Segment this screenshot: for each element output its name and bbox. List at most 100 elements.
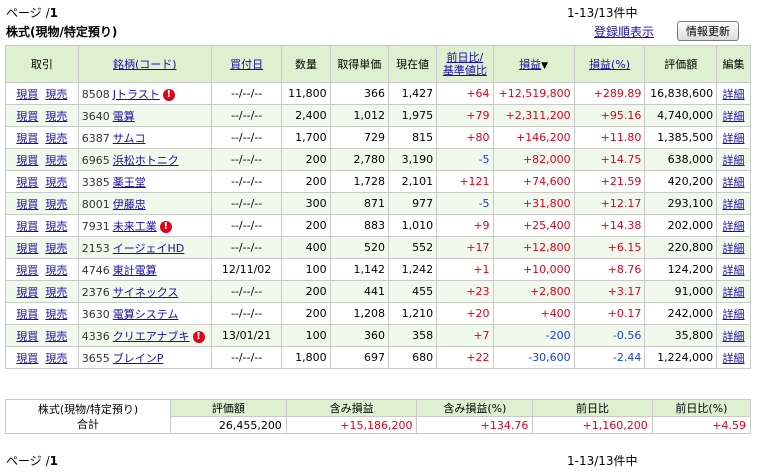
unit-cost: 1,728 xyxy=(329,170,390,193)
day-change: -5 xyxy=(436,192,494,215)
page-number: 1 xyxy=(49,454,58,468)
buy-link[interactable]: 現買 xyxy=(16,242,38,255)
stock-name-link[interactable]: ブレインP xyxy=(113,352,164,365)
summary-chgpct: +4.59 xyxy=(651,416,752,434)
profit-loss: +74,600 xyxy=(492,170,575,193)
buy-link[interactable]: 現買 xyxy=(16,352,38,365)
detail-link[interactable]: 詳細 xyxy=(723,88,745,101)
sort-pl-link[interactable]: 損益 xyxy=(519,58,541,71)
trade-cell: 現買 現売 xyxy=(5,170,79,193)
sell-link[interactable]: 現売 xyxy=(45,264,67,277)
sell-link[interactable]: 現売 xyxy=(45,330,67,343)
stock-name-link[interactable]: 薬王堂 xyxy=(113,176,146,189)
sell-link[interactable]: 現売 xyxy=(45,308,67,321)
refresh-button[interactable]: 情報更新 xyxy=(677,21,739,41)
stock-name-link[interactable]: イージェイHD xyxy=(113,242,185,255)
unit-cost: 1,012 xyxy=(329,104,390,127)
edit-cell: 詳細 xyxy=(716,302,751,325)
detail-link[interactable]: 詳細 xyxy=(723,198,745,211)
stock-name-link[interactable]: 伊藤忠 xyxy=(113,198,146,211)
table-header-row: 取引 銘柄(コード) 買付日 数量 取得単価 現在値 前日比/ 基準値比 損益▼… xyxy=(5,45,751,83)
stock-name-link[interactable]: サムコ xyxy=(113,132,146,145)
stock-name-link[interactable]: クリエアナブキ xyxy=(113,330,190,343)
day-change: +20 xyxy=(436,302,494,325)
detail-link[interactable]: 詳細 xyxy=(723,308,745,321)
profit-loss-pct: +14.75 xyxy=(573,148,646,171)
unit-cost: 1,208 xyxy=(329,302,390,325)
stock-name-link[interactable]: 電算システム xyxy=(113,308,179,321)
quantity: 100 xyxy=(281,258,331,281)
buy-link[interactable]: 現買 xyxy=(16,132,38,145)
buy-link[interactable]: 現買 xyxy=(16,220,38,233)
stock-name-link[interactable]: 未来工業 xyxy=(113,220,157,233)
buy-link[interactable]: 現買 xyxy=(16,88,38,101)
sell-link[interactable]: 現売 xyxy=(45,220,67,233)
col-name[interactable]: 銘柄(コード) xyxy=(77,45,212,83)
sell-link[interactable]: 現売 xyxy=(45,286,67,299)
buy-link[interactable]: 現買 xyxy=(16,110,38,123)
edit-cell: 詳細 xyxy=(716,236,751,259)
sell-link[interactable]: 現売 xyxy=(45,154,67,167)
sort-plpct-link[interactable]: 損益(%) xyxy=(589,58,630,71)
register-order-link[interactable]: 登録順表示 xyxy=(594,23,654,40)
stock-code: 8508 xyxy=(81,87,110,101)
sell-link[interactable]: 現売 xyxy=(45,352,67,365)
sell-link[interactable]: 現売 xyxy=(45,88,67,101)
day-change: +22 xyxy=(436,346,494,369)
sort-base-change-link[interactable]: 基準値比 xyxy=(443,64,487,77)
detail-link[interactable]: 詳細 xyxy=(723,286,745,299)
trade-cell: 現買 現売 xyxy=(5,104,79,127)
col-buy-date[interactable]: 買付日 xyxy=(210,45,283,83)
buy-link[interactable]: 現買 xyxy=(16,264,38,277)
detail-link[interactable]: 詳細 xyxy=(723,264,745,277)
col-pl[interactable]: 損益▼ xyxy=(492,45,575,83)
profit-loss: -200 xyxy=(492,324,575,347)
day-change: -5 xyxy=(436,148,494,171)
page-number: 1 xyxy=(49,6,58,20)
buy-link[interactable]: 現買 xyxy=(16,330,38,343)
detail-link[interactable]: 詳細 xyxy=(723,110,745,123)
current-price: 680 xyxy=(388,346,438,369)
sort-date-link[interactable]: 買付日 xyxy=(230,58,263,71)
detail-link[interactable]: 詳細 xyxy=(723,154,745,167)
stock-cell: 3630 電算システム xyxy=(77,302,212,325)
unit-cost: 883 xyxy=(329,214,390,237)
detail-link[interactable]: 詳細 xyxy=(723,220,745,233)
detail-link[interactable]: 詳細 xyxy=(723,242,745,255)
sell-link[interactable]: 現売 xyxy=(45,242,67,255)
detail-link[interactable]: 詳細 xyxy=(723,176,745,189)
col-change[interactable]: 前日比/ 基準値比 xyxy=(436,45,494,83)
stock-name-link[interactable]: 東計電算 xyxy=(113,264,157,277)
stock-name-link[interactable]: サイネックス xyxy=(113,286,179,299)
buy-date: 13/01/21 xyxy=(210,324,283,347)
stock-name-link[interactable]: Jトラスト xyxy=(113,88,160,101)
col-plpct[interactable]: 損益(%) xyxy=(573,45,646,83)
sort-name-link[interactable]: 銘柄(コード) xyxy=(113,58,177,71)
detail-link[interactable]: 詳細 xyxy=(723,132,745,145)
valuation: 420,200 xyxy=(644,170,718,193)
summary-label: 株式(現物/特定預り) 合計 xyxy=(5,399,171,434)
buy-date: --/--/-- xyxy=(210,236,283,259)
sell-link[interactable]: 現売 xyxy=(45,198,67,211)
stock-code: 2153 xyxy=(81,241,110,255)
table-row: 現買 現売 3385 薬王堂 --/--/-- 200 1,728 2,101 +121 +74… xyxy=(5,170,751,193)
detail-link[interactable]: 詳細 xyxy=(723,330,745,343)
buy-link[interactable]: 現買 xyxy=(16,176,38,189)
alert-icon[interactable]: ! xyxy=(192,330,205,343)
alert-icon[interactable]: ! xyxy=(159,220,172,233)
unit-cost: 2,780 xyxy=(329,148,390,171)
detail-link[interactable]: 詳細 xyxy=(723,352,745,365)
buy-link[interactable]: 現買 xyxy=(16,286,38,299)
stock-name-link[interactable]: 電算 xyxy=(113,110,135,123)
alert-icon[interactable]: ! xyxy=(162,88,175,101)
valuation: 35,800 xyxy=(644,324,718,347)
buy-link[interactable]: 現買 xyxy=(16,198,38,211)
buy-link[interactable]: 現買 xyxy=(16,154,38,167)
sell-link[interactable]: 現売 xyxy=(45,110,67,123)
sell-link[interactable]: 現売 xyxy=(45,132,67,145)
sort-change-link[interactable]: 前日比/ xyxy=(446,51,483,64)
buy-link[interactable]: 現買 xyxy=(16,308,38,321)
stock-name-link[interactable]: 浜松ホトニク xyxy=(113,154,179,167)
sell-link[interactable]: 現売 xyxy=(45,176,67,189)
col-qty: 数量 xyxy=(281,45,331,83)
